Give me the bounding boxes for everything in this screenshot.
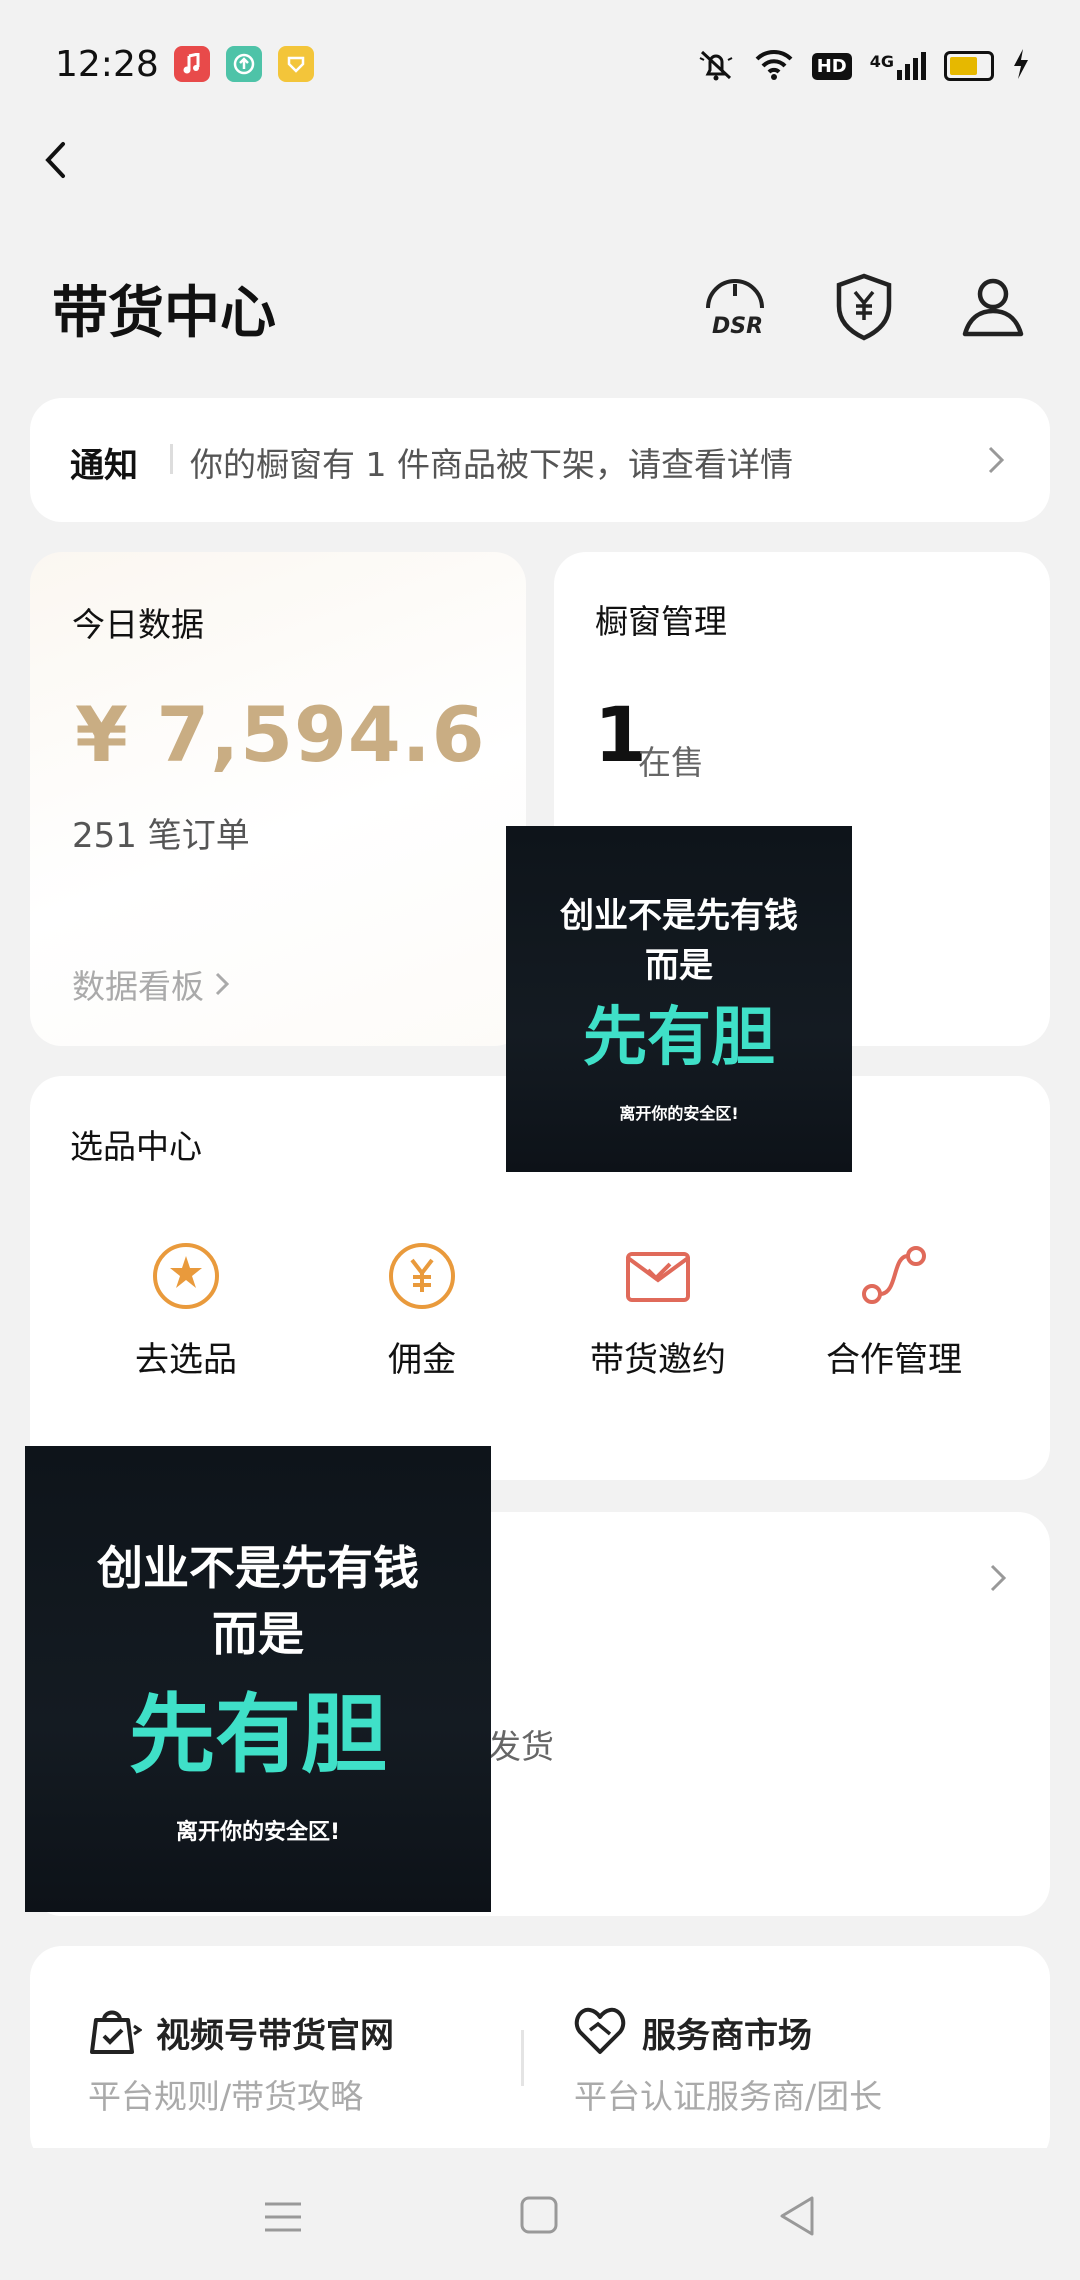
dsr-label: DSR <box>712 314 764 339</box>
cellular-signal-icon: 4G <box>870 52 926 80</box>
heart-handshake-icon <box>574 2007 626 2054</box>
promo-line-1: 创业不是先有钱 <box>97 1541 419 1595</box>
music-app-icon <box>174 46 210 82</box>
promo-line-3: 先有胆 <box>583 1001 775 1075</box>
cooperation-icon <box>862 1246 926 1304</box>
menu-icon <box>265 2202 301 2232</box>
navigation-bar <box>0 2148 1080 2280</box>
selection-center-title: 选品中心 <box>70 1127 202 1166</box>
video-official-title: 视频号带货官网 <box>156 2016 394 2056</box>
service-market-link[interactable]: 服务商市场 平台认证服务商/团长 <box>574 1998 1034 2138</box>
home-square-icon <box>520 2196 558 2234</box>
data-board-link[interactable]: 数据看板 <box>72 960 230 1008</box>
links-divider <box>521 2030 524 2086</box>
home-nav-button[interactable] <box>514 2190 566 2242</box>
mute-icon <box>696 46 736 86</box>
today-orders: 251 笔订单 <box>72 816 250 856</box>
chevron-right-icon <box>986 444 1006 480</box>
go-select-label: 去选品 <box>135 1340 237 1380</box>
invitation-button[interactable]: 带货邀约 <box>558 1240 758 1381</box>
notice-text: 你的橱窗有 1 件商品被下架，请查看详情 <box>190 445 793 484</box>
shopping-bag-icon <box>90 2010 142 2054</box>
commission-button[interactable]: 佣金 <box>322 1240 522 1381</box>
back-nav-button[interactable] <box>772 2190 824 2242</box>
battery-icon <box>944 51 994 81</box>
promo-line-2: 而是 <box>212 1607 304 1661</box>
battery-level <box>950 57 977 75</box>
notice-divider <box>170 444 173 474</box>
commission-label: 佣金 <box>388 1340 456 1380</box>
video-official-subtitle: 平台规则/带货攻略 <box>88 2077 364 2116</box>
invitation-icon <box>626 1252 690 1302</box>
window-count-label: 在售 <box>638 743 704 782</box>
today-data-title: 今日数据 <box>72 605 204 644</box>
promo-line-4: 离开你的安全区! <box>619 1104 739 1123</box>
promo-line-1: 创业不是先有钱 <box>560 896 798 936</box>
promo-line-3: 先有胆 <box>129 1685 387 1785</box>
invitation-label: 带货邀约 <box>590 1340 726 1380</box>
payment-shield-button[interactable] <box>833 272 895 342</box>
service-market-subtitle: 平台认证服务商/团长 <box>574 2077 883 2116</box>
charging-icon <box>1012 49 1030 83</box>
cooperation-label: 合作管理 <box>826 1340 962 1380</box>
data-board-label: 数据看板 <box>72 967 204 1006</box>
promo-line-4: 离开你的安全区! <box>175 1820 341 1845</box>
page-title: 带货中心 <box>52 281 276 346</box>
network-type: 4G <box>869 52 894 71</box>
dsr-button[interactable]: DSR <box>700 270 770 340</box>
back-chevron-icon <box>45 142 65 178</box>
promo-image-large: 创业不是先有钱 而是 先有胆 离开你的安全区! <box>25 1446 491 1912</box>
promo-line-2: 而是 <box>645 946 713 986</box>
today-amount: ¥ 7,594.6 <box>75 690 486 779</box>
window-manage-title: 橱窗管理 <box>595 602 727 641</box>
profile-button[interactable] <box>960 274 1026 340</box>
upload-app-icon <box>226 46 262 82</box>
chevron-right-icon <box>215 972 230 996</box>
select-product-icon <box>153 1243 219 1309</box>
commission-icon <box>389 1243 455 1309</box>
promo-image-small: 创业不是先有钱 而是 先有胆 离开你的安全区! <box>506 826 852 1172</box>
cooperation-button[interactable]: 合作管理 <box>794 1240 994 1381</box>
chevron-right-icon <box>988 1562 1008 1598</box>
menu-nav-button[interactable] <box>258 2192 308 2242</box>
back-triangle-icon <box>780 2196 814 2236</box>
heart-app-icon <box>278 46 314 82</box>
service-market-title: 服务商市场 <box>642 2016 812 2056</box>
wifi-icon <box>754 48 794 84</box>
status-time: 12:28 <box>55 44 159 85</box>
notice-label: 通知 <box>70 446 138 486</box>
go-select-button[interactable]: 去选品 <box>86 1240 286 1381</box>
hd-badge: HD <box>811 52 852 80</box>
yuan-shield-icon <box>836 273 892 341</box>
video-official-link[interactable]: 视频号带货官网 平台规则/带货攻略 <box>88 1998 578 2138</box>
user-icon <box>962 278 1024 337</box>
dsr-gauge-icon <box>706 279 764 309</box>
back-button[interactable] <box>30 130 90 190</box>
